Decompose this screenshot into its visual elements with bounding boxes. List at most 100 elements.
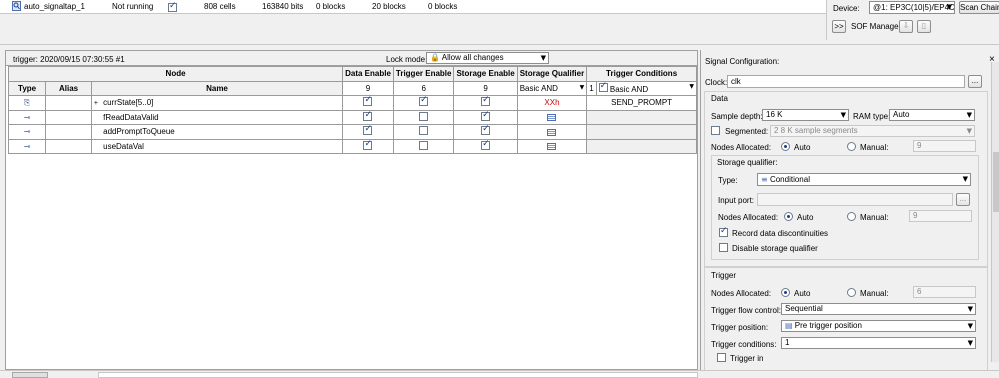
trigger-condition-cell[interactable]: [586, 138, 697, 154]
disable-storage-qualifier-label: Disable storage qualifier: [732, 244, 818, 253]
table-row[interactable]: ⊸ fReadDataValid: [7, 109, 697, 125]
expand-icon[interactable]: +: [94, 100, 101, 107]
bottom-scrollbar[interactable]: [98, 372, 698, 378]
input-port-browse-button[interactable]: ...: [956, 193, 970, 206]
clock-browse-button[interactable]: ...: [968, 75, 982, 88]
trigger-enable-checkbox[interactable]: [419, 126, 429, 136]
storage-qualifier-cell[interactable]: [516, 124, 588, 140]
trigger-enable-checkbox[interactable]: [419, 140, 429, 150]
storage-enable-cell[interactable]: [453, 95, 518, 111]
trigger-enable-checkbox[interactable]: [419, 96, 429, 107]
trigger-position-select[interactable]: ▤ Pre trigger position ▼: [781, 320, 976, 332]
storage-enable-checkbox[interactable]: [481, 125, 491, 136]
sq-type-value: Conditional: [769, 175, 810, 184]
sq-manual-field[interactable]: 9: [909, 210, 972, 222]
node-alias-cell[interactable]: [45, 109, 92, 125]
trig-manual-radio[interactable]: [847, 288, 856, 298]
node-name-cell[interactable]: + currState[5..0]: [90, 95, 344, 111]
storage-enable-header: Storage Enable: [453, 66, 518, 82]
node-alias-cell[interactable]: [45, 95, 92, 111]
sq-auto-radio[interactable]: [784, 212, 793, 222]
trigger-enable-cell[interactable]: [392, 95, 455, 111]
trig-auto-radio[interactable]: [781, 288, 790, 298]
trigger-condition-mode-select[interactable]: Basic AND ▼: [595, 80, 698, 96]
trig-manual-field[interactable]: 6: [913, 286, 976, 298]
trigger-enable-cell[interactable]: [392, 109, 455, 125]
disable-storage-qualifier-checkbox[interactable]: [719, 243, 728, 254]
node-name-cell[interactable]: addPromptToQueue: [90, 124, 344, 140]
record-discontinuities-checkbox[interactable]: [719, 226, 728, 239]
clock-field[interactable]: clk: [727, 75, 965, 88]
data-manual-radio[interactable]: [847, 142, 856, 152]
table-row[interactable]: ⎘ + currState[5..0] XXh SEND_PROMPT: [7, 95, 697, 111]
trigger-enable-checkbox[interactable]: [419, 111, 429, 121]
trigger-condition-cell[interactable]: [586, 124, 697, 140]
device-select[interactable]: @1: EP3C(10|5)/EP4C ▼: [869, 1, 955, 14]
storage-enable-cell[interactable]: [453, 138, 518, 154]
lock-mode-label: Lock mode:: [386, 55, 428, 64]
storage-qualifier-cell[interactable]: [516, 138, 588, 154]
segmented-checkbox[interactable]: [711, 126, 720, 137]
data-enable-checkbox[interactable]: [363, 140, 373, 150]
sof-program-button[interactable]: ⇩: [899, 20, 913, 33]
data-enable-cell[interactable]: [342, 109, 394, 125]
sq-type-select[interactable]: ≡ Conditional ▼: [757, 173, 971, 186]
storage-qualifier-cell[interactable]: [516, 109, 588, 125]
data-enable-checkbox[interactable]: [363, 111, 373, 121]
trigger-bar: trigger: 2020/09/15 07:30:55 #1 Lock mod…: [6, 51, 697, 66]
config-scrollbar[interactable]: [991, 62, 999, 362]
instance-blocks-1: 0 blocks: [316, 2, 346, 11]
data-auto-radio[interactable]: [781, 142, 790, 152]
data-enable-cell[interactable]: [342, 95, 394, 111]
sq-manual-radio[interactable]: [847, 212, 856, 222]
data-enable-checkbox[interactable]: [363, 125, 373, 136]
trigger-enable-cell[interactable]: [392, 138, 455, 154]
sample-depth-label: Sample depth:: [711, 112, 763, 121]
trigger-conditions-select[interactable]: 1 ▼: [781, 337, 976, 349]
alias-column-header[interactable]: Alias: [45, 80, 92, 96]
node-alias-cell[interactable]: [45, 124, 92, 140]
chevron-down-icon: ▼: [540, 54, 546, 62]
table-row[interactable]: ⊸ useDataVal: [7, 138, 697, 154]
data-manual-field[interactable]: 9: [913, 140, 976, 152]
type-column-header[interactable]: Type: [7, 80, 47, 96]
pane-divider[interactable]: [0, 41, 999, 45]
scan-chain-button[interactable]: Scan Chain: [959, 1, 999, 14]
storage-enable-cell[interactable]: [453, 124, 518, 140]
table-row[interactable]: ⊸ addPromptToQueue: [7, 124, 697, 140]
download-icon: ⇩: [902, 21, 910, 30]
flow-control-select[interactable]: Sequential ▼: [781, 303, 976, 315]
trigger-in-checkbox[interactable]: [717, 353, 726, 364]
bottom-tab[interactable]: [12, 372, 48, 378]
sof-expand-button[interactable]: >>: [832, 20, 846, 33]
data-enable-cell[interactable]: [342, 138, 394, 154]
storage-qualifier-cell[interactable]: XXh: [516, 95, 588, 111]
storage-enable-cell[interactable]: [453, 109, 518, 125]
storage-enable-checkbox[interactable]: [481, 111, 491, 121]
node-alias-cell[interactable]: [45, 138, 92, 154]
data-enable-cell[interactable]: [342, 124, 394, 140]
instance-row[interactable]: auto_signaltap_1 Not running 808 cells 1…: [0, 0, 826, 14]
data-enable-checkbox[interactable]: [363, 96, 373, 107]
trigger-condition-cell[interactable]: [586, 109, 697, 125]
chevron-down-icon: ▼: [967, 339, 973, 347]
trigger-condition-index: 1: [586, 80, 597, 96]
sample-depth-select[interactable]: 16 K ▼: [762, 109, 849, 121]
node-name: currState[5..0]: [103, 98, 154, 108]
chevron-down-icon: ▼: [967, 305, 973, 313]
node-name-cell[interactable]: useDataVal: [90, 138, 344, 154]
sof-attach-button[interactable]: ▯: [917, 20, 931, 33]
trigger-enable-cell[interactable]: [392, 124, 455, 140]
record-discontinuities-label: Record data discontinuities: [732, 229, 829, 238]
segmented-select[interactable]: 2 8 K sample segments ▼: [770, 125, 975, 137]
storage-qualifier-mode-select[interactable]: Basic AND ▼: [516, 80, 588, 96]
node-name-cell[interactable]: fReadDataValid: [90, 109, 344, 125]
storage-enable-checkbox[interactable]: [481, 96, 491, 107]
name-column-header[interactable]: Name: [90, 80, 344, 96]
trigger-condition-enable-checkbox[interactable]: [598, 82, 608, 92]
input-port-field[interactable]: [757, 193, 953, 206]
trigger-condition-cell[interactable]: SEND_PROMPT: [586, 95, 697, 111]
ram-type-select[interactable]: Auto ▼: [889, 109, 975, 121]
storage-enable-checkbox[interactable]: [481, 140, 491, 150]
lock-mode-select[interactable]: 🔒 Allow all changes ▼: [426, 52, 549, 64]
